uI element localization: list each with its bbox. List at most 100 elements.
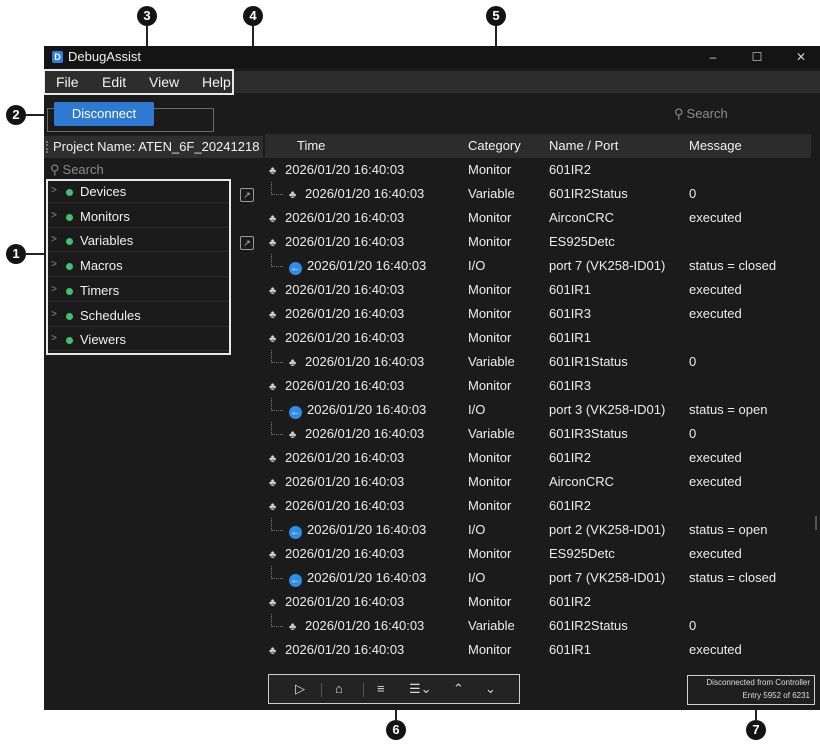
log-time-cell: ♣ 2026/01/20 16:40:03	[269, 234, 404, 249]
project-header: Project Name: ATEN_6F_20241218	[44, 136, 263, 158]
filter-icon[interactable]: ☰⌄	[409, 681, 432, 697]
minimize-button[interactable]: –	[698, 48, 728, 66]
log-row[interactable]: ♣ 2026/01/20 16:40:03 Monitor 601IR3 execute…	[265, 302, 811, 326]
log-row[interactable]: ♣ 2026/01/20 16:40:03 Monitor 601IR3	[265, 374, 811, 398]
column-category[interactable]: Category	[468, 138, 521, 153]
network-icon: ♣	[269, 213, 277, 225]
log-table-header: Time Category Name / Port Message	[265, 134, 811, 158]
column-time[interactable]: Time	[297, 138, 325, 153]
log-name-cell: 601IR2	[549, 450, 591, 465]
status-panel: Disconnected from Controller Entry 5952 …	[687, 675, 815, 705]
log-time-cell: ♣ 2026/01/20 16:40:03	[269, 210, 404, 225]
play-icon[interactable]: ▷	[295, 681, 305, 697]
log-row[interactable]: ← 2026/01/20 16:40:03 I/O port 2 (VK258-ID0…	[265, 518, 811, 542]
log-time-cell: ♣ 2026/01/20 16:40:03	[289, 186, 424, 201]
log-row[interactable]: ♣ 2026/01/20 16:40:03 Monitor 601IR2	[265, 494, 811, 518]
log-time-cell: ♣ 2026/01/20 16:40:03	[269, 642, 404, 657]
up-icon[interactable]: ⌃	[453, 681, 464, 697]
log-category-cell: Monitor	[468, 474, 512, 489]
log-name-cell: 601IR3	[549, 378, 591, 393]
log-message-cell: executed	[689, 282, 742, 297]
log-name-cell: port 3 (VK258-ID01)	[549, 402, 666, 417]
toolbar-divider	[321, 683, 322, 697]
entry-counter: Entry 5952 of 6231	[742, 691, 810, 700]
log-name-cell: 601IR2	[549, 498, 591, 513]
network-icon: ♣	[269, 549, 277, 561]
io-icon: ←	[289, 406, 302, 419]
network-icon: ♣	[269, 381, 277, 393]
log-row[interactable]: ♣ 2026/01/20 16:40:03 Monitor AirconCRC exec…	[265, 206, 811, 230]
popout-devices-icon[interactable]: ↗	[240, 188, 254, 202]
log-name-cell: 601IR1	[549, 282, 591, 297]
column-message[interactable]: Message	[689, 138, 742, 153]
log-time-cell: ← 2026/01/20 16:40:03	[289, 522, 426, 539]
log-time-text: 2026/01/20 16:40:03	[307, 258, 427, 273]
tree-connector	[271, 350, 283, 363]
project-search-input[interactable]: ⚲ Search	[50, 162, 104, 178]
log-name-cell: 601IR1Status	[549, 354, 628, 369]
disconnect-button[interactable]: Disconnect	[54, 102, 154, 126]
log-row[interactable]: ♣ 2026/01/20 16:40:03 Monitor 601IR2	[265, 158, 811, 182]
log-category-cell: Monitor	[468, 498, 512, 513]
tree-connector	[271, 398, 283, 411]
log-time-text: 2026/01/20 16:40:03	[285, 378, 405, 393]
wrap-icon[interactable]: ≡	[377, 681, 385, 696]
log-row[interactable]: ♣ 2026/01/20 16:40:03 Monitor AirconCRC exec…	[265, 470, 811, 494]
log-category-cell: Variable	[468, 354, 515, 369]
down-icon[interactable]: ⌄	[485, 681, 496, 697]
log-search-input[interactable]: ⚲ Search	[674, 106, 814, 122]
log-row[interactable]: ← 2026/01/20 16:40:03 I/O port 3 (VK258-ID0…	[265, 398, 811, 422]
log-row[interactable]: ♣ 2026/01/20 16:40:03 Monitor ES925Detc	[265, 230, 811, 254]
log-time-text: 2026/01/20 16:40:03	[307, 522, 427, 537]
tree-highlight	[46, 179, 231, 355]
log-row[interactable]: ♣ 2026/01/20 16:40:03 Variable 601IR3Status…	[265, 422, 811, 446]
log-category-cell: Monitor	[468, 546, 512, 561]
network-icon: ♣	[269, 597, 277, 609]
maximize-button[interactable]: ☐	[742, 48, 772, 66]
popout-variables-icon[interactable]: ↗	[240, 236, 254, 250]
search-icon: ⚲	[50, 162, 60, 177]
close-button[interactable]: ✕	[786, 48, 816, 66]
log-row[interactable]: ♣ 2026/01/20 16:40:03 Variable 601IR2Status…	[265, 182, 811, 206]
log-category-cell: Variable	[468, 426, 515, 441]
drag-handle-icon[interactable]	[46, 141, 48, 153]
log-name-cell: 601IR1	[549, 330, 591, 345]
log-time-text: 2026/01/20 16:40:03	[305, 354, 425, 369]
log-row[interactable]: ♣ 2026/01/20 16:40:03 Monitor 601IR2	[265, 590, 811, 614]
network-icon: ♣	[269, 333, 277, 345]
scrollbar-thumb[interactable]	[815, 516, 817, 530]
network-icon: ♣	[269, 501, 277, 513]
log-row[interactable]: ♣ 2026/01/20 16:40:03 Monitor 601IR1 execute…	[265, 638, 811, 662]
log-row[interactable]: ♣ 2026/01/20 16:40:03 Monitor 601IR1 execute…	[265, 278, 811, 302]
log-message-cell: 0	[689, 426, 697, 441]
clear-icon[interactable]: ⌂	[335, 681, 343, 696]
log-time-text: 2026/01/20 16:40:03	[285, 594, 405, 609]
log-time-text: 2026/01/20 16:40:03	[285, 546, 405, 561]
log-time-cell: ← 2026/01/20 16:40:03	[289, 570, 426, 587]
callout-6: 6	[386, 720, 406, 740]
log-row[interactable]: ♣ 2026/01/20 16:40:03 Variable 601IR2Status…	[265, 614, 811, 638]
network-icon: ♣	[289, 189, 297, 201]
log-time-text: 2026/01/20 16:40:03	[307, 402, 427, 417]
log-row[interactable]: ♣ 2026/01/20 16:40:03 Monitor ES925Detc exec…	[265, 542, 811, 566]
column-name-port[interactable]: Name / Port	[549, 138, 618, 153]
tree-connector	[271, 254, 283, 267]
network-icon: ♣	[269, 165, 277, 177]
log-time-text: 2026/01/20 16:40:03	[305, 426, 425, 441]
log-time-cell: ← 2026/01/20 16:40:03	[289, 402, 426, 419]
log-name-cell: AirconCRC	[549, 474, 615, 489]
log-category-cell: Monitor	[468, 234, 512, 249]
callout-5: 5	[486, 6, 506, 26]
app-window: D DebugAssist – ☐ ✕ File Edit View Help …	[44, 46, 820, 710]
log-row[interactable]: ← 2026/01/20 16:40:03 I/O port 7 (VK258-ID0…	[265, 254, 811, 278]
log-name-cell: 601IR3	[549, 306, 591, 321]
log-category-cell: Monitor	[468, 450, 512, 465]
log-row[interactable]: ♣ 2026/01/20 16:40:03 Monitor 601IR2 execute…	[265, 446, 811, 470]
log-row[interactable]: ♣ 2026/01/20 16:40:03 Monitor 601IR1	[265, 326, 811, 350]
network-icon: ♣	[289, 429, 297, 441]
log-row[interactable]: ♣ 2026/01/20 16:40:03 Variable 601IR1Status…	[265, 350, 811, 374]
log-name-cell: 601IR1	[549, 642, 591, 657]
log-time-cell: ♣ 2026/01/20 16:40:03	[269, 162, 404, 177]
project-search-placeholder: Search	[62, 162, 104, 177]
log-row[interactable]: ← 2026/01/20 16:40:03 I/O port 7 (VK258-ID0…	[265, 566, 811, 590]
